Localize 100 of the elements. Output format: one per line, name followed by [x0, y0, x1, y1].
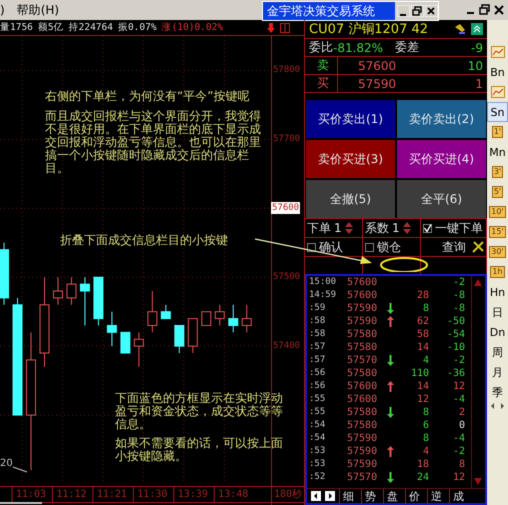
checkbox[interactable]: [423, 224, 432, 232]
sidebar-item[interactable]: 日: [487, 302, 508, 322]
tab[interactable]: 盘: [383, 488, 401, 504]
period-button[interactable]: 15': [489, 226, 506, 238]
panel-toggle-icon[interactable]: [280, 22, 290, 32]
close-icon[interactable]: [494, 4, 504, 16]
annotation-text: 而且成交回报栏与这个界面分开，我觉得不是很好用。在下单界面栏的底下显示成交回报和浮动盈亏等信息。也可以在那里搞一个小按键随时隐藏成交后的信息栏目。: [45, 110, 262, 175]
tools-icon[interactable]: [472, 241, 484, 253]
sidebar-item[interactable]: Sn: [487, 102, 508, 122]
checkbox-label: 锁仓: [377, 238, 401, 256]
expand-icon[interactable]: [471, 23, 483, 35]
tab[interactable]: 势: [361, 488, 379, 504]
window-title: 金宇塔决策交易系统: [263, 2, 395, 20]
chart-icon[interactable]: [490, 86, 504, 98]
price-cell-text: 57580: [347, 328, 378, 341]
candle: [80, 276, 90, 326]
price-cell-text: 57590: [347, 432, 378, 445]
change-cell-text: -50: [446, 315, 465, 328]
order-button[interactable]: 全撤(5): [306, 180, 395, 218]
scroll-bar[interactable]: [471, 276, 485, 488]
price-cell-text: 57590: [347, 458, 378, 471]
time-cell-text: 15:00: [309, 276, 338, 289]
candle: [228, 304, 238, 333]
chart-icon[interactable]: [490, 46, 504, 58]
change-cell-text: -36: [446, 367, 465, 380]
order-button[interactable]: 买价卖出(1): [306, 100, 395, 138]
query-link[interactable]: 查询: [442, 238, 466, 256]
change-cell-text: -4: [452, 432, 465, 445]
minimize-button[interactable]: [397, 5, 410, 17]
scroll-arrows-icon[interactable]: [488, 402, 506, 410]
period-button[interactable]: 10': [489, 206, 506, 218]
candle: [134, 332, 144, 368]
period-button[interactable]: 1h: [490, 266, 505, 278]
ratio-label: 委比: [309, 39, 333, 56]
price-marker: 57600: [271, 202, 300, 214]
menu-item[interactable]: ): [0, 3, 5, 17]
change-cell-text: -8: [452, 289, 465, 302]
candle: [93, 276, 104, 326]
time-cell-text: :59: [309, 302, 326, 315]
lots-value[interactable]: 1: [334, 221, 342, 235]
volume-cell-text: 8: [422, 302, 429, 315]
order-button[interactable]: 买价买进(4): [397, 140, 486, 178]
value-label: 20: [0, 458, 13, 470]
price-cell-text: 57590: [347, 302, 378, 315]
scroll-bar[interactable]: [0, 502, 42, 504]
checkbox[interactable]: [365, 242, 374, 252]
price-text: 57590: [358, 76, 396, 90]
tab[interactable]: 逆: [427, 488, 445, 504]
up-arrow-icon: [387, 446, 394, 457]
time-cell-text: :55: [309, 406, 326, 419]
period-button[interactable]: 30': [489, 246, 506, 258]
spinner-icon[interactable]: [402, 221, 411, 235]
sidebar-item[interactable]: 季: [487, 382, 508, 402]
axis-label: 13:48: [218, 489, 248, 501]
factor-value[interactable]: 1: [392, 221, 400, 235]
tab[interactable]: 价: [405, 488, 423, 504]
volume-cell-text: 28: [416, 289, 429, 302]
restore-icon[interactable]: [479, 4, 490, 16]
spinner-icon[interactable]: [344, 221, 353, 235]
close-button[interactable]: [425, 5, 438, 17]
change-cell-text: -8: [452, 302, 465, 315]
sidebar-item[interactable]: Mn: [487, 142, 508, 162]
time-cell-text: :53: [309, 445, 326, 458]
period-button[interactable]: 3': [492, 166, 504, 178]
period-button[interactable]: 5': [492, 186, 504, 198]
price-cell-text: 57580: [347, 367, 378, 380]
price-cell-text: 57580: [347, 419, 378, 432]
tab[interactable]: 成: [449, 488, 467, 504]
order-button[interactable]: 全平(6): [397, 180, 486, 218]
down-arrow-icon: [387, 303, 394, 314]
diff-label: 委差: [395, 39, 420, 56]
checkbox[interactable]: [307, 242, 316, 252]
price-cell-text: 57600: [347, 289, 378, 302]
axis-label: 11:03: [16, 489, 46, 501]
change-cell-text: -54: [446, 328, 465, 341]
order-button[interactable]: 卖价卖出(2): [397, 100, 486, 138]
volume-cell-text: 8: [422, 406, 429, 419]
tab[interactable]: 细: [339, 488, 357, 504]
axis-label: 57400: [273, 340, 300, 352]
restore-button[interactable]: [411, 5, 424, 17]
sidebar-item[interactable]: 月: [487, 362, 508, 382]
period-button[interactable]: 1': [492, 126, 504, 138]
menu-item[interactable]: 帮助(H): [16, 2, 60, 18]
sidebar-item[interactable]: Dn: [487, 322, 508, 342]
order-button[interactable]: 卖价买进(3): [306, 140, 395, 178]
axis-label: 13:39: [178, 489, 208, 501]
sidebar-item[interactable]: Bn: [487, 62, 508, 82]
price-cell-text: 57600: [347, 380, 378, 393]
time-cell-text: :58: [309, 328, 326, 341]
factor-label: 系数: [365, 220, 389, 236]
diff-value: -9: [471, 40, 483, 54]
time-cell-text: :55: [309, 393, 326, 406]
sidebar-item[interactable]: Hn: [487, 282, 508, 302]
change-cell-text: -4: [452, 393, 465, 406]
change-cell-text: -10: [446, 341, 465, 354]
down-arrow-icon[interactable]: [267, 22, 275, 32]
sidebar-item[interactable]: 周: [487, 342, 508, 362]
period-label: 180秒: [274, 489, 302, 501]
time-cell-text: :57: [309, 341, 326, 354]
volume-cell-text: 24: [416, 471, 429, 484]
